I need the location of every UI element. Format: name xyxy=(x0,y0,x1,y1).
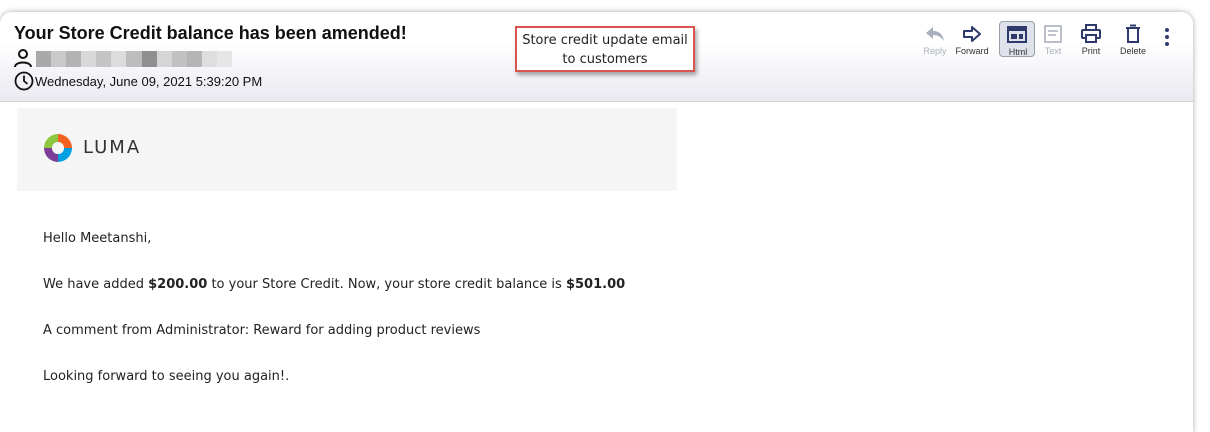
more-options-icon[interactable] xyxy=(1162,27,1172,47)
sender-row xyxy=(14,48,254,68)
delete-label: Delete xyxy=(1119,46,1146,56)
brand-name: LUMA xyxy=(83,137,142,158)
delete-button[interactable]: Delete xyxy=(1114,21,1152,57)
callout-line-1: Store credit update email xyxy=(522,33,688,48)
html-view-icon xyxy=(1007,26,1027,43)
reply-icon xyxy=(926,27,944,41)
credit-added-text: We have added $200.00 to your Store Cred… xyxy=(43,277,625,292)
annotation-callout: Store credit update email to customers xyxy=(515,26,695,72)
admin-comment-text: A comment from Administrator: Reward for… xyxy=(43,323,481,338)
print-button[interactable]: Print xyxy=(1072,21,1110,57)
email-header: Your Store Credit balance has been amend… xyxy=(0,12,1193,102)
clock-icon xyxy=(14,71,34,91)
forward-icon xyxy=(963,26,981,42)
credit-line-prefix: We have added xyxy=(43,277,149,292)
text-view-icon xyxy=(1044,25,1062,43)
callout-line-2: to customers xyxy=(562,52,648,67)
forward-label: Forward xyxy=(955,46,989,56)
email-subject: Your Store Credit balance has been amend… xyxy=(14,23,407,43)
email-date: Wednesday, June 09, 2021 5:39:20 PM xyxy=(35,74,263,89)
forward-button[interactable]: Forward xyxy=(953,21,991,57)
redacted-sender xyxy=(36,51,233,67)
email-body: LUMA Hello Meetanshi, We have added $200… xyxy=(0,103,1193,432)
trash-icon xyxy=(1126,24,1140,43)
email-window: Your Store Credit balance has been amend… xyxy=(0,12,1193,432)
brand-header: LUMA xyxy=(17,108,677,191)
person-icon xyxy=(14,49,32,68)
greeting-text: Hello Meetanshi, xyxy=(43,231,152,246)
credit-line-middle: to your Store Credit. Now, your store cr… xyxy=(207,277,566,292)
credit-balance: $501.00 xyxy=(565,277,626,292)
luma-logo-icon xyxy=(44,134,72,162)
print-icon xyxy=(1081,24,1101,43)
credit-amount: $200.00 xyxy=(148,277,208,292)
closing-text: Looking forward to seeing you again!. xyxy=(43,369,290,384)
